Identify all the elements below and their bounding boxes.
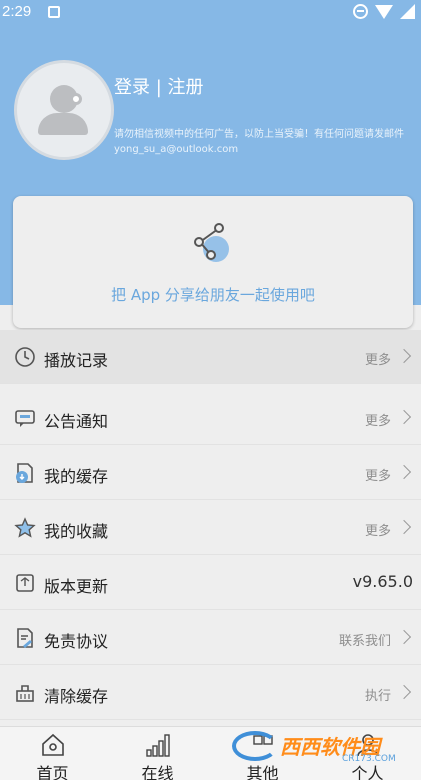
history-clock-icon xyxy=(15,347,35,367)
menu-item-action: 执行 xyxy=(364,689,391,704)
tab-label: 首页 xyxy=(36,764,69,780)
menu-item-announcements[interactable]: 公告通知 更多 xyxy=(0,391,421,445)
avatar-body-shape xyxy=(38,113,88,135)
menu-item-action: 更多 xyxy=(364,414,391,429)
menu-item-action: 更多 xyxy=(364,524,391,539)
notification-icon xyxy=(48,6,60,18)
menu-item-label: 我的缓存 xyxy=(44,467,109,486)
home-icon xyxy=(42,733,64,756)
signal-bars-icon xyxy=(146,734,170,757)
menu-item-label: 公告通知 xyxy=(44,412,109,431)
version-value: v9.65.0 xyxy=(352,572,413,591)
share-text: 把 App 分享给朋友一起使用吧 xyxy=(111,286,315,304)
menu-item-disclaimer[interactable]: 免责协议 联系我们 xyxy=(0,611,421,665)
clear-cache-icon xyxy=(16,685,34,702)
login-register-link[interactable]: 登录 | 注册 xyxy=(114,73,204,99)
menu-item-label: 免责协议 xyxy=(44,632,109,651)
menu-item-label: 版本更新 xyxy=(44,577,109,596)
avatar[interactable] xyxy=(14,60,114,160)
menu-item-label: 清除缓存 xyxy=(44,687,109,706)
menu-item-play-history[interactable]: 播放记录 更多 xyxy=(0,330,421,384)
status-bar: 2:29 xyxy=(0,0,421,26)
chevron-right-icon xyxy=(396,519,412,535)
wifi-icon xyxy=(375,4,393,19)
tab-label: 在线 xyxy=(141,764,174,780)
chevron-right-icon xyxy=(396,629,412,645)
status-time: 2:29 xyxy=(2,3,32,20)
menu-item-favorites[interactable]: 我的收藏 更多 xyxy=(0,501,421,555)
watermark-logo-icon xyxy=(232,731,278,761)
menu-item-label: 我的收藏 xyxy=(44,522,109,541)
chevron-right-icon xyxy=(396,684,412,700)
status-icons xyxy=(353,4,415,19)
chevron-right-icon xyxy=(396,409,412,425)
watermark: 西西软件园 CR173.COM xyxy=(222,727,421,767)
avatar-badge-icon xyxy=(70,93,82,105)
menu-item-action: 联系我们 xyxy=(338,634,391,649)
watermark-subtext: CR173.COM xyxy=(342,754,396,764)
download-cache-icon xyxy=(16,463,33,483)
cell-signal-icon xyxy=(400,4,415,19)
menu-item-label: 播放记录 xyxy=(44,351,109,370)
tab-online[interactable]: 在线 xyxy=(105,727,210,780)
share-icon xyxy=(194,223,229,262)
notice-text: 请勿相信视频中的任何广告，以防上当受骗！有任何问题请发邮件 yong_su_a@… xyxy=(114,129,404,155)
menu-item-action: 更多 xyxy=(364,353,391,368)
disclaimer-icon xyxy=(17,628,33,648)
star-icon xyxy=(14,517,36,538)
chevron-right-icon xyxy=(396,464,412,480)
menu-item-action: 更多 xyxy=(364,469,391,484)
menu-item-clear-cache[interactable]: 清除缓存 执行 xyxy=(0,666,421,720)
menu-item-version-update[interactable]: 版本更新 v9.65.0 xyxy=(0,556,421,610)
tab-home[interactable]: 首页 xyxy=(0,727,105,780)
menu-item-my-cache[interactable]: 我的缓存 更多 xyxy=(0,446,421,500)
share-card[interactable]: 把 App 分享给朋友一起使用吧 xyxy=(13,196,413,328)
update-icon xyxy=(16,574,34,592)
do-not-disturb-icon xyxy=(353,4,368,19)
chevron-right-icon xyxy=(396,348,412,364)
announcement-icon xyxy=(15,410,35,427)
